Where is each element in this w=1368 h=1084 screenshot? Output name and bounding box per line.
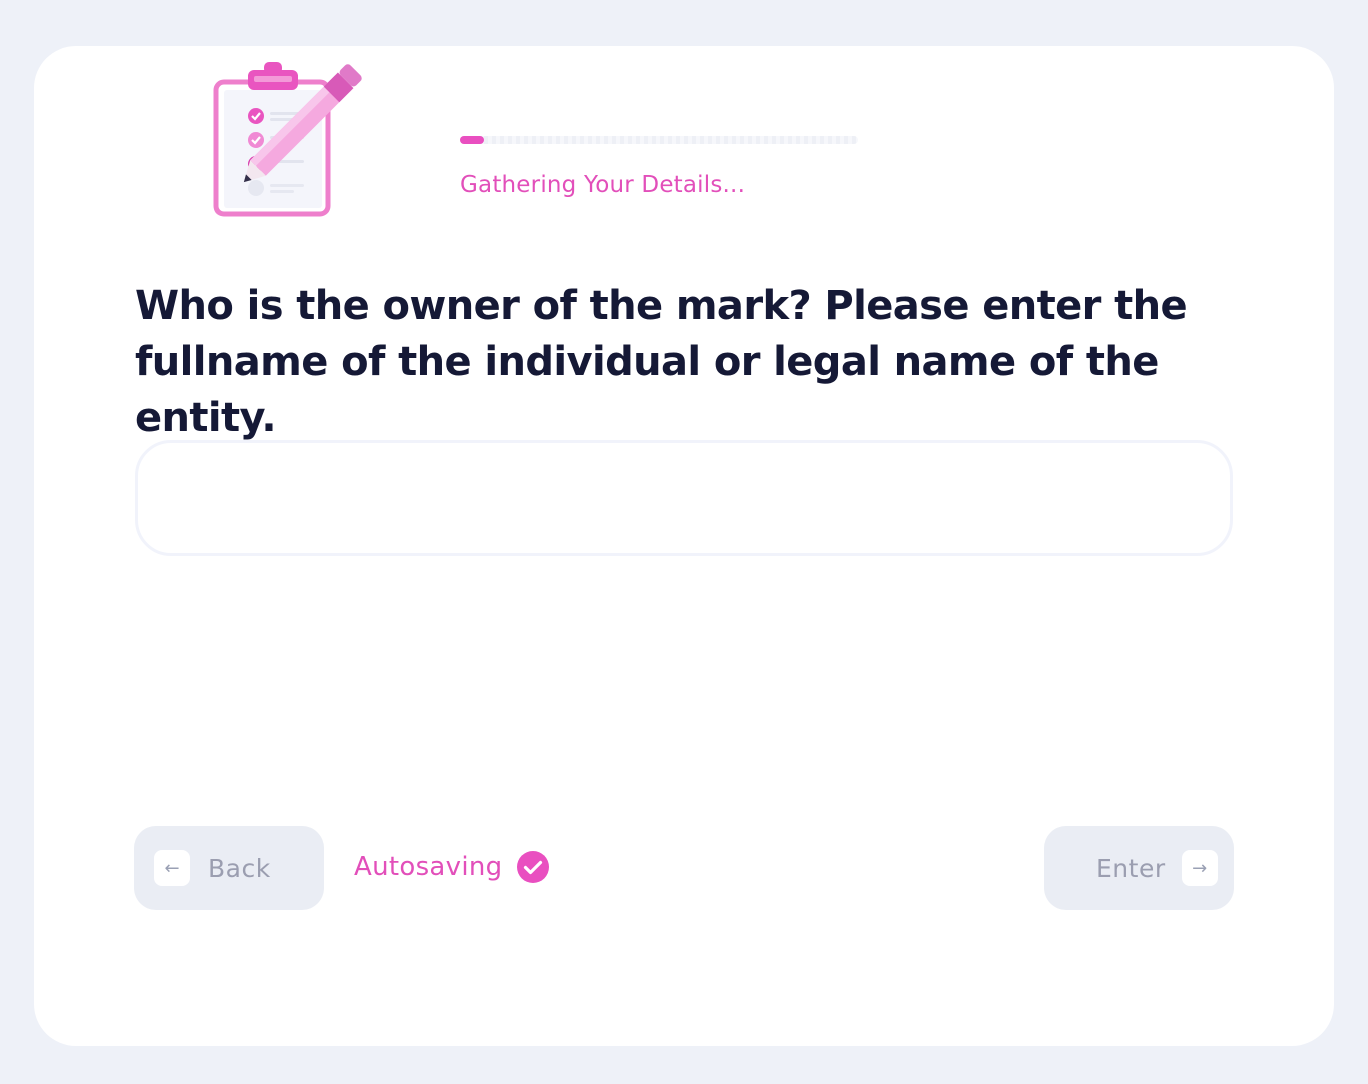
progress-bar — [460, 136, 858, 144]
arrow-right-icon: → — [1181, 850, 1218, 886]
autosave-label: Autosaving — [354, 852, 503, 882]
clipboard-checklist-pencil-icon — [213, 62, 362, 217]
enter-button[interactable]: Enter → — [1044, 826, 1234, 910]
autosave-indicator: Autosaving — [354, 850, 550, 884]
back-button-label: Back — [208, 853, 271, 883]
arrow-left-icon: ← — [154, 850, 190, 886]
check-circle-icon — [517, 851, 550, 883]
form-card: Gathering Your Details... Who is the own… — [34, 46, 1334, 1046]
question-title: Who is the owner of the mark? Please ent… — [135, 283, 1188, 441]
enter-button-label: Enter — [1096, 853, 1166, 883]
progress-fill — [460, 136, 484, 144]
back-button[interactable]: ← Back — [134, 826, 324, 910]
progress-status-text: Gathering Your Details... — [460, 172, 746, 198]
owner-name-input[interactable] — [135, 440, 1233, 556]
